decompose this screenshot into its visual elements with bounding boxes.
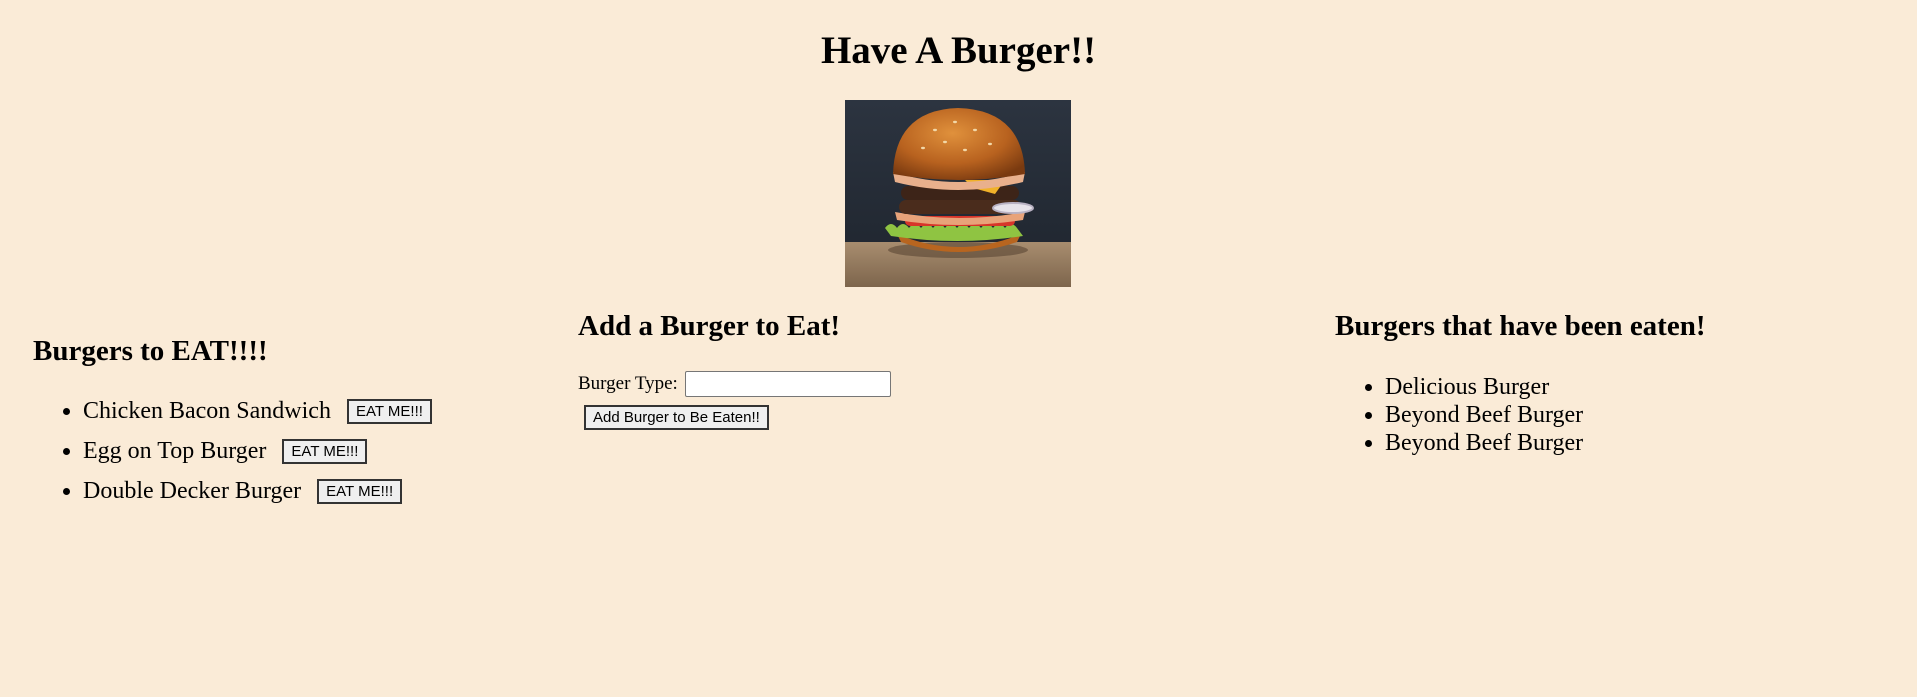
eaten-heading: Burgers that have been eaten! [1335, 310, 1706, 342]
list-item: Beyond Beef Burger [1385, 429, 1895, 457]
eat-me-button[interactable]: EAT ME!!! [282, 439, 368, 464]
list-item: Beyond Beef Burger [1385, 401, 1895, 429]
page-title: Have A Burger!! [820, 29, 1097, 72]
eaten-list: Delicious Burger Beyond Beef Burger Beyo… [1335, 373, 1895, 457]
list-item: Chicken Bacon Sandwich EAT ME!!! [83, 396, 553, 436]
eat-me-button[interactable]: EAT ME!!! [346, 399, 432, 424]
list-item: Delicious Burger [1385, 373, 1895, 401]
add-burger-form: Burger Type: Add Burger to Be Eaten!! [578, 371, 1278, 430]
list-item: Egg on Top Burger EAT ME!!! [83, 436, 553, 476]
to-eat-section: Burgers to EAT!!!! Chicken Bacon Sandwic… [33, 335, 553, 516]
burger-picture [845, 100, 1071, 287]
eat-me-button[interactable]: EAT ME!!! [317, 479, 403, 504]
burger-name: Egg on Top Burger [83, 438, 267, 464]
eaten-section: Burgers that have been eaten! Delicious … [1335, 310, 1895, 457]
burger-type-label: Burger Type: [578, 373, 678, 394]
burger-type-input[interactable] [684, 371, 891, 397]
page: Have A Burger!! Burgers to EAT!!!! • Chi… [0, 0, 1917, 697]
list-item: Double Decker Burger EAT ME!!! [83, 476, 553, 516]
burger-image [845, 100, 1071, 287]
add-burger-button[interactable]: Add Burger to Be Eaten!! [584, 405, 769, 430]
to-eat-heading: Burgers to EAT!!!! [33, 335, 268, 367]
burger-name: Double Decker Burger [83, 478, 302, 504]
add-burger-section: Add a Burger to Eat! Burger Type: Add Bu… [578, 310, 1278, 430]
add-burger-heading: Add a Burger to Eat! [578, 310, 841, 342]
to-eat-list: Chicken Bacon Sandwich EAT ME!!! Egg on … [33, 396, 553, 516]
burger-name: Chicken Bacon Sandwich [83, 398, 331, 424]
